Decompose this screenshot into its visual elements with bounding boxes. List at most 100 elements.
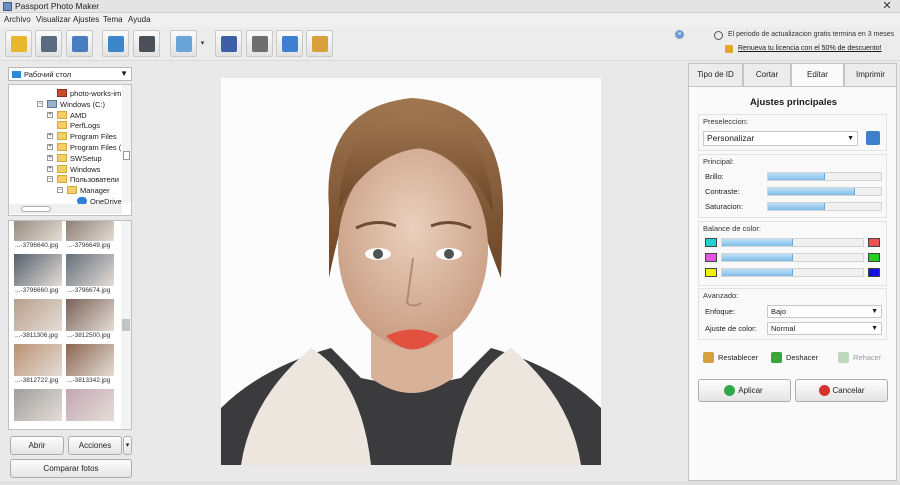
web-button[interactable] — [276, 30, 303, 57]
tab-imprimir[interactable]: Imprimir — [844, 63, 897, 86]
cyan-swatch — [705, 238, 717, 247]
open-button[interactable] — [5, 30, 32, 57]
tab-tipo-de-id[interactable]: Tipo de ID — [688, 63, 743, 86]
cancel-button[interactable]: Cancelar — [795, 379, 888, 402]
photo-thumbnail[interactable] — [14, 344, 62, 376]
tree-item-label: photo-works-im — [70, 89, 122, 98]
preselection-select[interactable]: Personalizar ▼ — [703, 131, 858, 146]
collapse-icon[interactable]: − — [37, 100, 43, 107]
close-notice-icon[interactable]: × — [675, 30, 684, 39]
expand-icon[interactable]: + — [47, 133, 53, 140]
tree-item[interactable]: + Program Files ( — [9, 142, 129, 153]
photo-thumbnail[interactable] — [66, 221, 114, 241]
folder-icon — [57, 132, 67, 141]
collapse-icon[interactable]: − — [57, 187, 63, 194]
menu-tema[interactable]: Tema — [103, 15, 123, 24]
slider-fill — [768, 203, 825, 210]
menu-ayuda[interactable]: Ayuda — [128, 15, 151, 24]
focus-select[interactable]: Bajo ▼ — [767, 305, 882, 318]
camera-icon — [139, 36, 155, 52]
expand-icon[interactable]: + — [47, 111, 53, 118]
thumbnail-scrollbar[interactable] — [121, 221, 131, 429]
folder-tree[interactable]: photo-works-im − Windows (C:) + AMD PerfLogs +… — [8, 84, 132, 216]
collapse-icon[interactable]: − — [47, 176, 53, 183]
compare-photos-button[interactable]: Comparar fotos — [10, 459, 132, 478]
photo-thumbnail[interactable] — [66, 344, 114, 376]
brightness-slider[interactable] — [767, 172, 882, 181]
advanced-group: Avanzado: Enfoque: Bajo ▼ Ajuste de colo… — [698, 288, 887, 340]
cyan-red-slider[interactable] — [721, 238, 864, 247]
green-swatch — [868, 253, 880, 262]
principal-group: Principal: Brillo: Contraste: Saturacion… — [698, 154, 887, 218]
save-button[interactable] — [35, 30, 62, 57]
tree-item[interactable]: + Program Files — [9, 131, 129, 142]
reset-button[interactable]: Restablecer — [703, 352, 759, 363]
title-bar: Passport Photo Maker ✕ — [0, 0, 900, 13]
print-button[interactable] — [66, 30, 93, 57]
camera-button[interactable] — [133, 30, 160, 57]
preselection-group: Preseleccion: Personalizar ▼ — [698, 114, 887, 151]
slider-fill — [768, 188, 855, 195]
color-fit-select[interactable]: Normal ▼ — [767, 322, 882, 335]
tree-vertical-scrollbar[interactable] — [122, 85, 131, 203]
photo-thumbnail[interactable] — [66, 254, 114, 286]
scroll-thumb[interactable] — [123, 151, 130, 160]
person-icon — [108, 36, 124, 52]
help-book-button[interactable] — [215, 30, 242, 57]
video-button[interactable] — [246, 30, 273, 57]
tree-item[interactable]: − Пользователи — [9, 174, 129, 185]
expand-icon[interactable]: + — [47, 165, 53, 172]
saturation-slider[interactable] — [767, 202, 882, 211]
cart-icon — [725, 45, 733, 53]
save-preset-icon[interactable] — [866, 131, 880, 145]
tree-item[interactable]: + Windows — [9, 164, 129, 175]
person-button[interactable] — [102, 30, 129, 57]
menu-visualizar[interactable]: Visualizar — [36, 15, 71, 24]
desktop-icon — [12, 71, 21, 78]
expand-icon[interactable]: + — [47, 154, 53, 161]
tree-item[interactable]: − Manager — [9, 185, 129, 196]
save-icon — [41, 36, 57, 52]
thumbnail-label: ...-3796640.jpg — [15, 242, 59, 249]
tab-cortar[interactable]: Cortar — [743, 63, 791, 86]
photo-thumbnail[interactable] — [14, 299, 62, 331]
yellow-blue-slider[interactable] — [721, 268, 864, 277]
photo-thumbnail[interactable] — [66, 389, 114, 421]
tree-item[interactable]: + SWSetup — [9, 153, 129, 164]
gift-button[interactable] — [306, 30, 333, 57]
photo-thumbnail[interactable] — [14, 254, 62, 286]
tree-item[interactable]: photo-works-im — [9, 88, 129, 99]
tree-item[interactable]: PerfLogs — [9, 120, 129, 131]
folder-select[interactable]: Рабочий стол ▼ — [8, 67, 132, 81]
tree-item[interactable]: + AMD — [9, 110, 129, 121]
photo-thumbnail[interactable] — [66, 299, 114, 331]
scroll-thumb[interactable] — [21, 206, 51, 212]
photo-thumbnail[interactable] — [14, 221, 62, 241]
expand-icon[interactable]: + — [47, 144, 53, 150]
menu-archivo[interactable]: Archivo — [4, 15, 31, 24]
reset-label: Restablecer — [718, 353, 759, 362]
contrast-slider[interactable] — [767, 187, 882, 196]
scroll-thumb[interactable] — [122, 319, 130, 331]
tree-item[interactable]: − Windows (C:) — [9, 99, 129, 110]
photo-preview[interactable] — [221, 78, 601, 465]
renew-link[interactable]: Renueva tu licencia con el 50% de descue… — [738, 45, 882, 52]
actions-dropdown-button[interactable]: ▾ — [123, 436, 132, 455]
menu-ajustes[interactable]: Ajustes — [73, 15, 99, 24]
undo-button[interactable]: Deshacer — [771, 352, 818, 363]
tab-editar[interactable]: Editar — [791, 63, 844, 87]
tree-horizontal-scrollbar[interactable] — [9, 204, 122, 214]
slider-fill — [768, 173, 825, 180]
thumbnail-label: ...-3811306.jpg — [15, 332, 58, 339]
clock-icon — [714, 31, 723, 40]
open-file-button[interactable]: Abrir — [10, 436, 64, 455]
window-title: Passport Photo Maker — [15, 1, 100, 11]
photo-thumbnail[interactable] — [14, 389, 62, 421]
apply-button[interactable]: Aplicar — [698, 379, 791, 402]
close-window-button[interactable]: ✕ — [878, 1, 896, 12]
magenta-green-slider[interactable] — [721, 253, 864, 262]
actions-button[interactable]: Acciones — [68, 436, 122, 455]
redo-button[interactable]: Rehacer — [838, 352, 881, 363]
image-button[interactable] — [170, 30, 197, 57]
image-dropdown-button[interactable]: ▾ — [198, 30, 207, 57]
